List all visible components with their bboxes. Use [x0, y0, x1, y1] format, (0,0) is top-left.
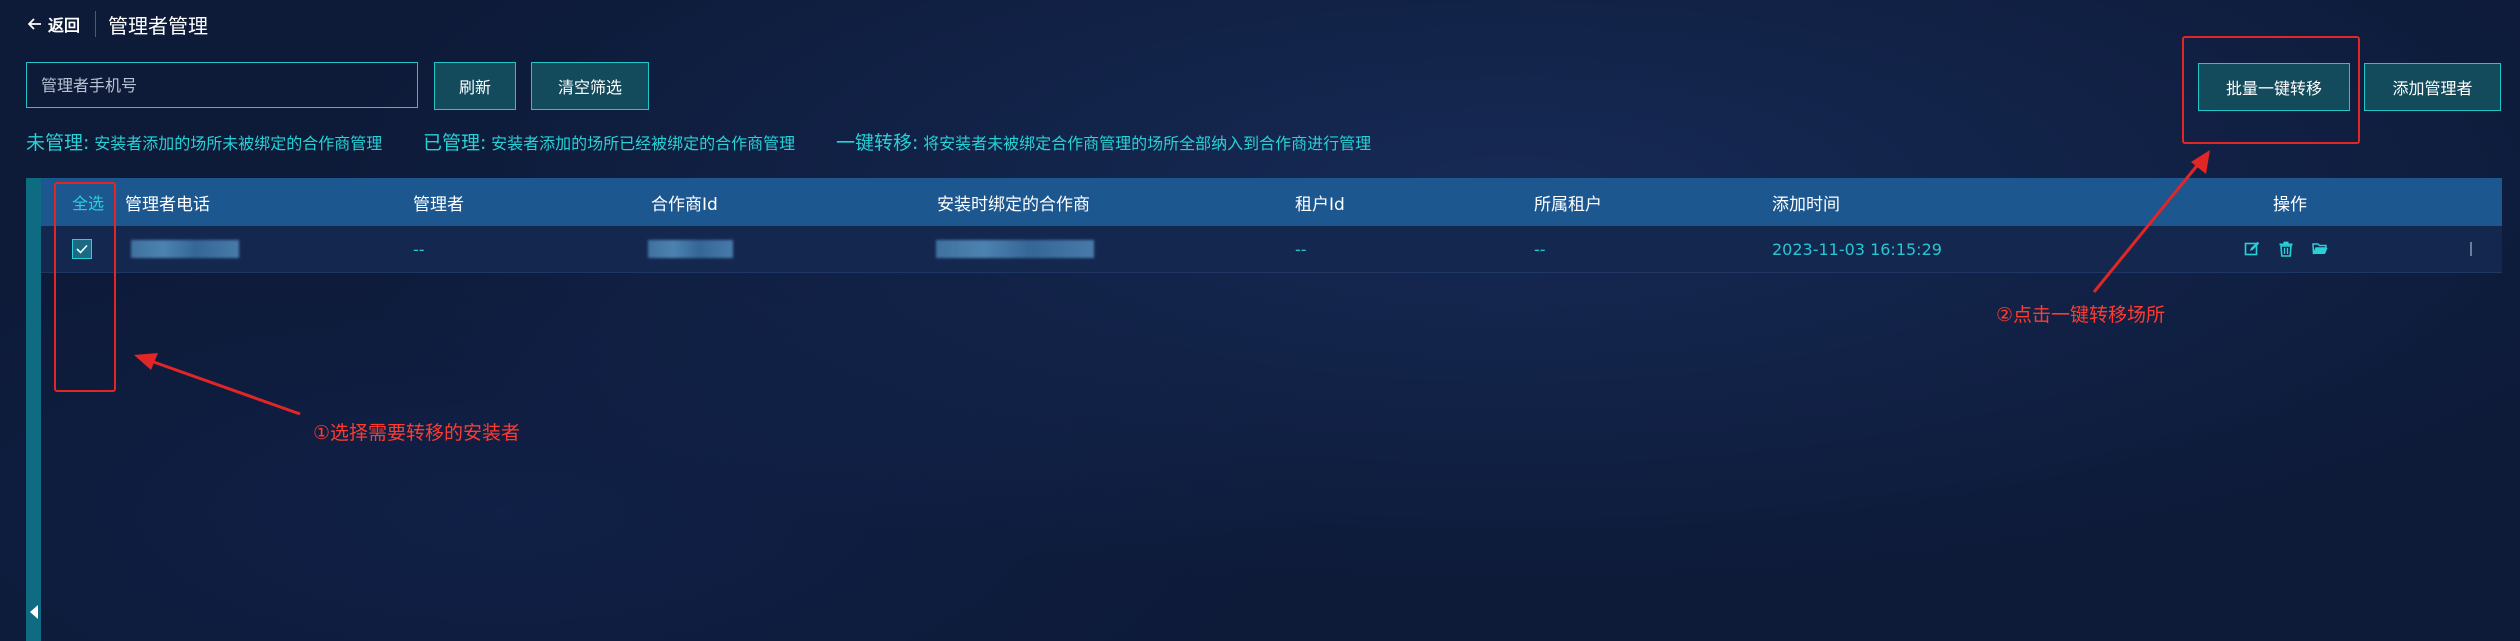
column-header-actions: 操作 [2273, 194, 2307, 215]
row-scroll-indicator [2470, 242, 2472, 256]
column-header-phone: 管理者电话 [125, 194, 210, 215]
cell-bound-partner-redacted [936, 226, 1094, 272]
add-manager-button[interactable]: 添加管理者 [2364, 63, 2501, 111]
legend-desc: 安装者添加的场所已经被绑定的合作商管理 [491, 134, 796, 153]
cell-added-time: 2023-11-03 16:15:29 [1772, 239, 1942, 259]
sidebar-collapse-rail[interactable] [26, 178, 41, 641]
legend-unmanaged: 未管理: 安装者添加的场所未被绑定的合作商管理 [26, 132, 387, 154]
legend-term: 已管理: [422, 132, 487, 154]
legend-term: 未管理: [26, 132, 90, 154]
column-header-tenant-id: 租户Id [1295, 194, 1345, 215]
cell-phone-redacted [131, 226, 239, 272]
header-divider [95, 11, 96, 37]
legend-desc: 安装者添加的场所未被绑定的合作商管理 [94, 134, 383, 153]
legend-desc: 将安装者未被绑定合作商管理的场所全部纳入到合作商进行管理 [923, 134, 1372, 153]
redacted-phone [131, 240, 239, 258]
cell-tenant-id: -- [1295, 239, 1307, 259]
legend-one-click-transfer: 一键转移: 将安装者未被绑定合作商管理的场所全部纳入到合作商进行管理 [835, 132, 1372, 154]
column-header-added-time: 添加时间 [1772, 194, 1840, 215]
manager-table: 全选 管理者电话 管理者 合作商Id 安装时绑定的合作商 租户Id 所属租户 添… [41, 178, 2502, 273]
phone-search-input[interactable] [26, 62, 418, 108]
column-header-manager: 管理者 [413, 194, 464, 215]
annotation-box-select-column [54, 182, 116, 392]
column-header-partner-id: 合作商Id [651, 194, 718, 215]
trash-icon[interactable] [2278, 241, 2294, 257]
folder-open-icon[interactable] [2312, 241, 2328, 257]
back-label: 返回 [48, 16, 81, 35]
clear-filter-button[interactable]: 清空筛选 [531, 62, 649, 110]
arrow-left-icon [28, 18, 41, 30]
annotation-box-batch-button [2182, 36, 2360, 144]
edit-icon[interactable] [2244, 241, 2260, 257]
legend: 未管理: 安装者添加的场所未被绑定的合作商管理 已管理: 安装者添加的场所已经被… [26, 128, 1407, 155]
page-title: 管理者管理 [108, 14, 208, 38]
refresh-button[interactable]: 刷新 [434, 62, 516, 110]
back-button[interactable]: 返回 [28, 12, 80, 36]
redacted-partner-id [648, 240, 733, 258]
legend-managed: 已管理: 安装者添加的场所已经被绑定的合作商管理 [422, 132, 800, 154]
annotation-step2-text: ②点击一键转移场所 [1996, 304, 2166, 326]
cell-actions [2244, 226, 2328, 272]
legend-term: 一键转移: [835, 132, 919, 154]
row-actions [2244, 241, 2328, 257]
annotation-arrow-step1 [134, 353, 301, 416]
redacted-bound-partner [936, 240, 1094, 258]
cell-tenant: -- [1534, 239, 1546, 259]
cell-manager: -- [413, 239, 425, 259]
column-header-bound-partner: 安装时绑定的合作商 [937, 194, 1090, 215]
table-header: 全选 管理者电话 管理者 合作商Id 安装时绑定的合作商 租户Id 所属租户 添… [41, 178, 2502, 226]
page: 返回 管理者管理 刷新 清空筛选 批量一键转移 添加管理者 未管理: 安装者添加… [0, 0, 2520, 641]
cell-partner-id-redacted [648, 226, 733, 272]
annotation-step1-text: ①选择需要转移的安装者 [313, 422, 521, 444]
caret-left-icon[interactable] [30, 605, 38, 619]
column-header-tenant: 所属租户 [1534, 194, 1602, 215]
table-row: -- -- -- 2023-11-03 16:15:29 [41, 226, 2502, 273]
